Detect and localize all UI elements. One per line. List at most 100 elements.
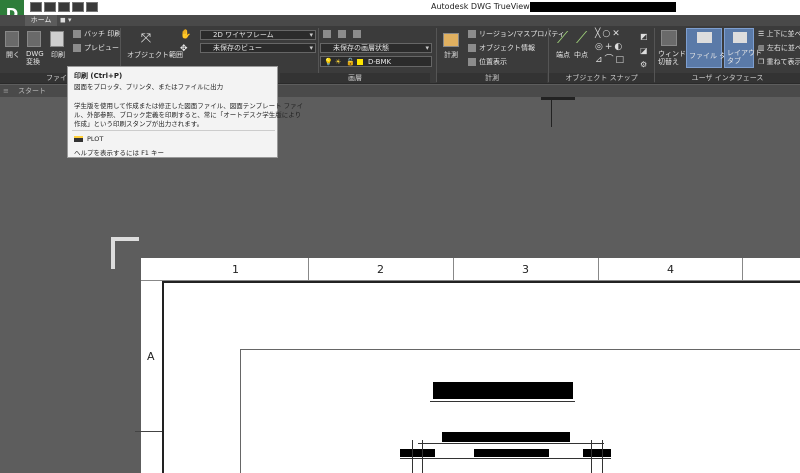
grid-column-label: 1 bbox=[232, 263, 239, 276]
dwg-convert-button[interactable]: DWG 変換 bbox=[26, 50, 44, 66]
title-underline bbox=[430, 401, 575, 402]
redacted-element bbox=[442, 432, 570, 442]
tooltip-body-line: 作成」という印刷スタンプが出力されます。 bbox=[74, 120, 204, 128]
title-grid-line bbox=[598, 258, 599, 280]
layer-match-icon[interactable] bbox=[338, 30, 346, 38]
new-icon[interactable] bbox=[30, 2, 42, 12]
ribbon-minimize-icon[interactable]: ◼ ▾ bbox=[60, 15, 80, 26]
tile-vertical-icon: ▥ bbox=[758, 44, 767, 52]
file-tab-start[interactable]: スタート bbox=[12, 86, 52, 97]
file-tab-icon bbox=[697, 32, 712, 43]
crop-mark bbox=[111, 237, 139, 241]
panel-title-osnap: オブジェクト スナップ bbox=[549, 73, 654, 83]
open-folder-icon[interactable] bbox=[5, 31, 19, 47]
panel-title-layers: 画層 bbox=[280, 73, 430, 83]
plot-button[interactable]: 印刷 bbox=[51, 50, 65, 60]
layout-tab-label: レイアウト タブ bbox=[727, 49, 762, 65]
panel-title-ui: ユーザ インタフェース bbox=[655, 73, 800, 83]
dimension-line bbox=[418, 443, 604, 444]
title-bar bbox=[0, 0, 800, 15]
plot-command-icon bbox=[74, 136, 83, 142]
visual-style-dropdown[interactable]: 2D ワイヤフレーム bbox=[200, 30, 316, 40]
canvas-mark bbox=[551, 100, 552, 127]
print-icon[interactable] bbox=[58, 2, 70, 12]
preview-icon bbox=[73, 44, 81, 52]
layer-dropdown[interactable]: 💡 ☀ 🔓 D-BMK bbox=[320, 56, 432, 67]
batch-print-icon bbox=[73, 30, 81, 38]
sun-icon: ☀ bbox=[335, 58, 342, 66]
tooltip-command: PLOT bbox=[87, 135, 104, 143]
extension-line bbox=[412, 440, 413, 473]
layer-state-dropdown[interactable]: 未保存の画層状態 bbox=[320, 43, 432, 53]
open-icon[interactable] bbox=[44, 2, 56, 12]
row-tick bbox=[135, 431, 162, 432]
zoom-extents-button[interactable]: オブジェクト範囲 bbox=[127, 50, 183, 60]
midpoint-snap-button[interactable]: 中点 bbox=[574, 50, 588, 60]
layer-color-swatch bbox=[357, 59, 363, 65]
position-button[interactable]: 位置表示 bbox=[479, 57, 507, 67]
redacted-title bbox=[433, 382, 573, 399]
tab-home[interactable]: ホーム bbox=[25, 15, 57, 26]
object-info-icon bbox=[468, 44, 476, 52]
lightbulb-icon: 💡 bbox=[324, 58, 333, 66]
dwg-convert-icon[interactable] bbox=[27, 31, 41, 47]
ribbon-tab-bar bbox=[0, 15, 800, 26]
plot-icon[interactable] bbox=[50, 31, 64, 47]
plot-tooltip: 印刷 (Ctrl+P) 図面をプロッタ、プリンタ、またはファイルに出力 学生版を… bbox=[67, 66, 303, 158]
extension-line bbox=[422, 440, 423, 473]
extension-line bbox=[602, 440, 603, 473]
undo-icon[interactable] bbox=[72, 2, 84, 12]
redacted-element bbox=[474, 449, 549, 457]
layout-tab-toggle[interactable]: レイアウト タブ bbox=[724, 28, 762, 68]
tile-horizontal-button[interactable]: ☰ 上下に並べて bbox=[758, 29, 800, 39]
position-icon bbox=[468, 58, 476, 66]
tile-vertical-button[interactable]: ▥ 左右に並べて bbox=[758, 43, 800, 53]
zoom-extents-icon[interactable]: ⤧ bbox=[138, 31, 154, 47]
lock-icon: 🔓 bbox=[346, 58, 355, 66]
named-view-dropdown[interactable]: 未保存のビュー bbox=[200, 43, 316, 53]
redacted-element bbox=[583, 449, 611, 457]
tooltip-divider bbox=[72, 130, 275, 131]
crop-mark bbox=[111, 237, 115, 269]
region-mass-icon bbox=[468, 30, 476, 38]
osnap-extra-icons[interactable]: ◩ ◪ ⚙ bbox=[640, 30, 648, 72]
endpoint-snap-icon[interactable]: ⟋ bbox=[557, 28, 568, 48]
open-button[interactable]: 開く bbox=[6, 50, 20, 60]
tile-horizontal-icon: ☰ bbox=[758, 30, 767, 38]
preview-button[interactable]: プレビュー bbox=[84, 43, 119, 53]
measure-button[interactable]: 計測 bbox=[444, 50, 458, 60]
layer-name: D-BMK bbox=[368, 58, 392, 66]
pan-icon[interactable]: ✋ bbox=[180, 30, 191, 40]
measure-icon[interactable] bbox=[443, 33, 459, 47]
window-switch-icon[interactable] bbox=[661, 30, 677, 46]
midpoint-snap-icon[interactable]: ⟋ bbox=[576, 28, 587, 48]
grid-column-label: 2 bbox=[377, 263, 384, 276]
endpoint-snap-button[interactable]: 端点 bbox=[556, 50, 570, 60]
tooltip-help: ヘルプを表示するには F1 キー bbox=[74, 149, 165, 157]
canvas-mark bbox=[541, 97, 575, 100]
redacted-filename bbox=[530, 2, 676, 12]
cascade-icon: ❐ bbox=[758, 58, 767, 66]
layout-tab-icon bbox=[733, 32, 747, 43]
layer-properties-icon[interactable] bbox=[323, 30, 331, 38]
file-tab-toggle[interactable]: ファイル タブ bbox=[686, 28, 733, 68]
cascade-button[interactable]: ❐ 重ねて表示 bbox=[758, 57, 800, 67]
title-grid-line bbox=[742, 258, 743, 280]
title-grid-line bbox=[308, 258, 309, 280]
region-mass-button[interactable]: リージョン/マスプロパティ bbox=[479, 29, 565, 39]
grid-column-label: 4 bbox=[667, 263, 674, 276]
tooltip-title: 印刷 (Ctrl+P) bbox=[74, 72, 123, 80]
object-info-button[interactable]: オブジェクト情報 bbox=[479, 43, 535, 53]
layer-previous-icon[interactable] bbox=[353, 30, 361, 38]
title-grid-line bbox=[453, 258, 454, 280]
batch-print-button[interactable]: バッチ 印刷 bbox=[84, 29, 121, 39]
orbit-icon[interactable]: ✥ bbox=[180, 44, 188, 54]
grid-column-label: 3 bbox=[522, 263, 529, 276]
extension-line bbox=[591, 440, 592, 473]
panel-title-measure: 計測 bbox=[437, 73, 547, 83]
file-tab-menu-icon[interactable]: ≡ bbox=[3, 87, 9, 95]
redacted-element bbox=[400, 449, 435, 457]
osnap-icon-grid[interactable]: ╳○✕ ◎+◐ ⊿⌒□ bbox=[595, 28, 635, 68]
qat-dropdown-icon[interactable] bbox=[86, 2, 98, 12]
dimension-line bbox=[400, 458, 611, 459]
